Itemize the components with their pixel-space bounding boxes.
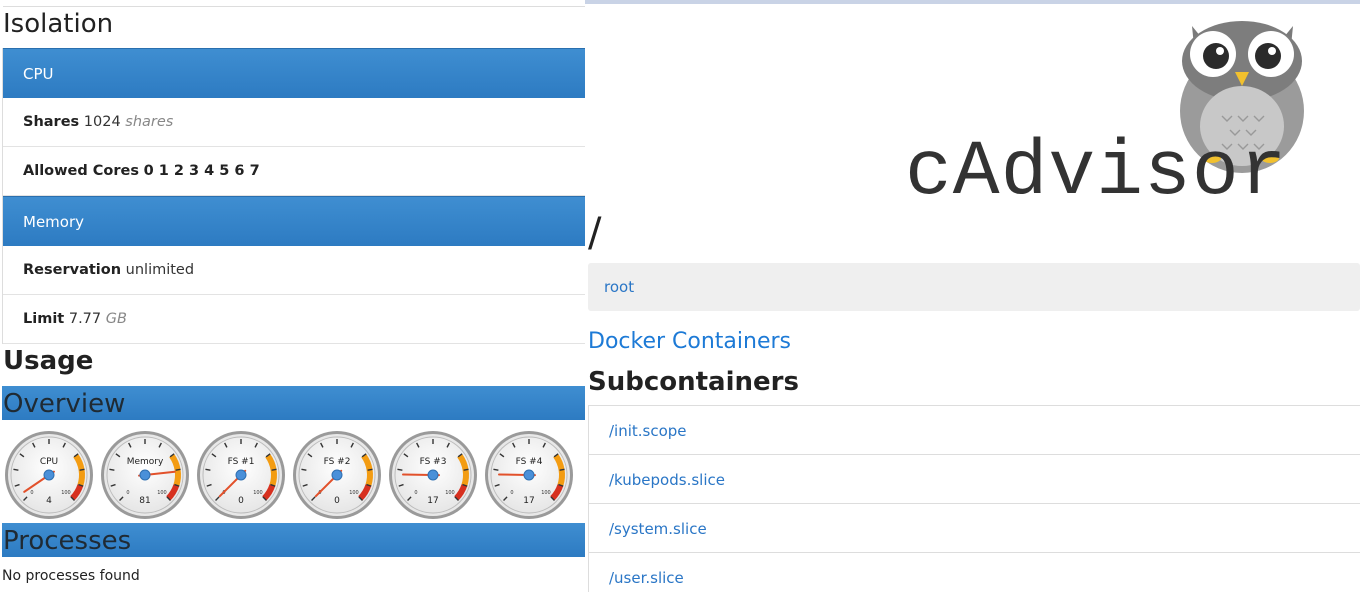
gauge-fs4: 0 100 FS #4 17 <box>484 430 574 520</box>
isolation-heading: Isolation <box>3 9 114 39</box>
reservation-value: unlimited <box>125 262 195 278</box>
breadcrumb: root <box>588 263 1360 311</box>
gauge-value: 4 <box>46 496 52 506</box>
cpu-shares-row: Shares 1024 shares <box>3 98 585 147</box>
shares-label: Shares <box>23 114 80 130</box>
gauge-dial: 0100FS #20 <box>293 431 381 519</box>
list-item: /init.scope <box>589 406 1360 455</box>
gauge-label: FS #4 <box>516 457 543 467</box>
divider <box>3 6 585 7</box>
reservation-row: Reservation unlimited <box>3 246 585 295</box>
gauge-max-label: 100 <box>349 490 359 496</box>
limit-unit: GB <box>105 311 127 327</box>
subcontainer-link[interactable]: /kubepods.slice <box>609 471 725 489</box>
subcontainers-list: /init.scope /kubepods.slice /system.slic… <box>588 405 1360 592</box>
list-item: /user.slice <box>589 553 1360 592</box>
subcontainer-link[interactable]: /user.slice <box>609 569 684 587</box>
gauge-tick <box>205 468 211 471</box>
processes-heading: Processes <box>2 523 585 557</box>
gauge-tick <box>367 468 373 471</box>
memory-panel-header: Memory <box>3 196 585 246</box>
overview-heading: Overview <box>2 386 585 420</box>
cpu-panel-header: CPU <box>3 48 585 98</box>
reservation-label: Reservation <box>23 262 122 278</box>
gauge-dial: 0 100 FS #4 17 <box>485 431 573 519</box>
gauge-memory: 0 100 Memory 81 <box>100 430 190 520</box>
gauge-max-label: 100 <box>157 490 167 496</box>
gauge-max-label: 100 <box>253 490 263 496</box>
gauge-hub <box>523 469 535 481</box>
gauge-hub <box>43 469 55 481</box>
gauge-tick <box>271 468 277 471</box>
shares-unit: shares <box>125 114 174 130</box>
gauge-fs3: 0 100 FS #3 17 <box>388 430 478 520</box>
gauge-dial: 0 100 Memory 81 <box>101 431 189 519</box>
gauge-max-label: 100 <box>61 490 71 496</box>
usage-heading: Usage <box>3 346 94 376</box>
limit-row: Limit 7.77 GB <box>3 295 585 344</box>
gauge-label: FS #1 <box>228 457 255 467</box>
gauge-hub <box>235 469 247 481</box>
subcontainer-link[interactable]: /system.slice <box>609 520 707 538</box>
gauge-cpu: 0 100 CPU 4 <box>4 430 94 520</box>
gauge-value: 0 <box>334 496 340 506</box>
gauge-value: 17 <box>523 496 534 506</box>
gauge-tick <box>397 468 403 471</box>
gauge-fs1: 0100FS #10 <box>196 430 286 520</box>
gauge-dial: 0 100 FS #3 17 <box>389 431 477 519</box>
gauge-max-label: 100 <box>541 490 551 496</box>
limit-label: Limit <box>23 311 65 327</box>
list-item: /kubepods.slice <box>589 455 1360 504</box>
allowed-cores-label: Allowed Cores <box>23 163 139 179</box>
memory-panel: Memory Reservation unlimited Limit 7.77 … <box>2 196 585 344</box>
gauge-tick <box>109 468 115 471</box>
window-top-strip <box>585 0 1360 4</box>
gauge-label: FS #2 <box>324 457 351 467</box>
gauge-label: CPU <box>40 457 58 467</box>
gauge-tick <box>493 468 499 471</box>
gauge-max-label: 100 <box>445 490 455 496</box>
cadvisor-logo-text: cAdvisor <box>905 129 1288 217</box>
gauge-tick <box>79 468 85 471</box>
container-path-title: / <box>588 210 602 256</box>
breadcrumb-root-link[interactable]: root <box>604 278 634 296</box>
gauge-tick <box>463 468 469 471</box>
gauge-tick <box>13 468 19 471</box>
gauge-value: 0 <box>238 496 244 506</box>
gauge-min-label: 0 <box>414 490 417 496</box>
cpu-panel: CPU Shares 1024 shares Allowed Cores 0 1… <box>2 48 585 196</box>
limit-value: 7.77 <box>68 311 102 327</box>
subcontainers-heading: Subcontainers <box>588 367 799 397</box>
gauge-tick <box>301 468 307 471</box>
gauge-min-label: 0 <box>30 490 33 496</box>
gauge-dial: 0 100 CPU 4 <box>5 431 93 519</box>
gauge-label: Memory <box>127 457 164 467</box>
shares-value: 1024 <box>83 114 121 130</box>
gauge-min-label: 0 <box>126 490 129 496</box>
gauge-value: 81 <box>139 496 150 506</box>
gauge-fs2: 0100FS #20 <box>292 430 382 520</box>
gauge-dial: 0100FS #10 <box>197 431 285 519</box>
gauge-hub <box>139 469 151 481</box>
gauge-label: FS #3 <box>420 457 447 467</box>
subcontainer-link[interactable]: /init.scope <box>609 422 687 440</box>
docker-containers-link[interactable]: Docker Containers <box>588 329 791 354</box>
gauge-tick <box>175 468 181 471</box>
gauge-value: 17 <box>427 496 438 506</box>
allowed-cores-row: Allowed Cores 0 1 2 3 4 5 6 7 <box>3 147 585 196</box>
gauge-tick <box>559 468 565 471</box>
left-column: Isolation CPU Shares 1024 shares Allowed… <box>0 0 585 592</box>
no-processes-text: No processes found <box>2 568 140 584</box>
gauge-hub <box>427 469 439 481</box>
gauges-row: 0 100 CPU 4 0 100 Memory 81 0 100 FS #1 0 0 100 FS … <box>4 430 584 520</box>
gauge-min-label: 0 <box>510 490 513 496</box>
allowed-cores-value: 0 1 2 3 4 5 6 7 <box>143 163 260 179</box>
list-item: /system.slice <box>589 504 1360 553</box>
gauge-hub <box>331 469 343 481</box>
